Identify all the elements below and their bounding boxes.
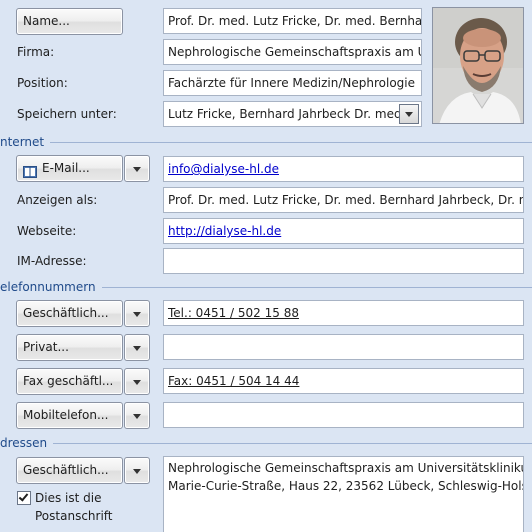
phone-private-button[interactable]: Privat... xyxy=(16,334,123,361)
chevron-down-icon xyxy=(133,345,141,351)
postanschrift-label-1: Dies ist die xyxy=(35,491,102,505)
address-field[interactable]: Nephrologische Gemeinschaftspraxis am Un… xyxy=(163,456,524,532)
phone-business-value: Tel.: 0451 / 502 15 88 xyxy=(168,306,299,320)
section-title-telefonnummern: elefonnummern xyxy=(0,279,102,295)
section-internet: nternet xyxy=(0,134,532,150)
speichern-unter-dropdown[interactable] xyxy=(399,104,419,124)
im-adresse-label: IM-Adresse: xyxy=(17,254,87,268)
address-book-icon xyxy=(23,162,37,178)
webseite-value: http://dialyse-hl.de xyxy=(168,224,282,238)
speichern-unter-combo[interactable]: Lutz Fricke, Bernhard Jahrbeck Dr. med. xyxy=(163,101,422,127)
fax-business-dropdown[interactable] xyxy=(124,368,150,395)
chevron-down-icon xyxy=(405,112,413,117)
section-telefonnummern: elefonnummern xyxy=(0,279,532,295)
chevron-down-icon xyxy=(133,311,141,317)
contact-photo[interactable] xyxy=(432,7,524,124)
section-divider xyxy=(0,142,532,143)
section-title-internet: nternet xyxy=(0,134,51,150)
speichern-unter-label: Speichern unter: xyxy=(17,107,117,121)
section-divider xyxy=(0,443,532,444)
name-button[interactable]: Name... xyxy=(16,8,123,35)
postanschrift-label-2: Postanschrift xyxy=(35,509,113,523)
section-adressen: dressen xyxy=(0,435,532,451)
phone-private-field[interactable] xyxy=(163,334,524,360)
firma-label: Firma: xyxy=(17,45,55,59)
phone-business-button[interactable]: Geschäftlich... xyxy=(16,300,123,327)
email-field[interactable]: info@dialyse-hl.de xyxy=(163,156,524,182)
mobile-phone-button[interactable]: Mobiltelefon... xyxy=(16,402,123,429)
email-type-dropdown[interactable] xyxy=(124,155,150,182)
section-title-adressen: dressen xyxy=(0,435,54,451)
chevron-down-icon xyxy=(133,379,141,385)
address-type-dropdown[interactable] xyxy=(124,457,150,484)
name-field[interactable]: Prof. Dr. med. Lutz Fricke, Dr. med. Ber… xyxy=(163,8,422,34)
email-value: info@dialyse-hl.de xyxy=(168,162,279,176)
phone-private-dropdown[interactable] xyxy=(124,334,150,361)
fax-business-value: Fax: 0451 / 504 14 44 xyxy=(168,374,300,388)
checkmark-icon xyxy=(18,491,29,502)
contact-photo-image xyxy=(433,8,523,123)
speichern-unter-value: Lutz Fricke, Bernhard Jahrbeck Dr. med. xyxy=(168,107,406,121)
position-field[interactable]: Fachärzte für Innere Medizin/Nephrologie xyxy=(163,70,422,96)
anzeigen-als-label: Anzeigen als: xyxy=(17,193,98,207)
email-button[interactable]: E-Mail... xyxy=(16,155,123,182)
address-line-2: Marie-Curie-Straße, Haus 22, 23562 Lübec… xyxy=(168,479,524,493)
fax-business-button[interactable]: Fax geschäftl... xyxy=(16,368,123,395)
fax-business-field[interactable]: Fax: 0451 / 504 14 44 xyxy=(163,368,524,394)
email-button-label: E-Mail... xyxy=(42,161,90,175)
im-adresse-field[interactable] xyxy=(163,248,524,274)
webseite-label: Webseite: xyxy=(17,224,77,238)
postanschrift-checkbox[interactable] xyxy=(17,491,31,505)
webseite-field[interactable]: http://dialyse-hl.de xyxy=(163,218,524,244)
chevron-down-icon xyxy=(133,468,141,474)
chevron-down-icon xyxy=(133,413,141,419)
position-label: Position: xyxy=(17,76,68,90)
chevron-down-icon xyxy=(133,166,141,172)
firma-field[interactable]: Nephrologische Gemeinschaftspraxis am Un… xyxy=(163,39,422,65)
phone-business-field[interactable]: Tel.: 0451 / 502 15 88 xyxy=(163,300,524,326)
mobile-phone-field[interactable] xyxy=(163,402,524,428)
mobile-phone-dropdown[interactable] xyxy=(124,402,150,429)
anzeigen-als-field[interactable]: Prof. Dr. med. Lutz Fricke, Dr. med. Ber… xyxy=(163,187,524,213)
address-business-button[interactable]: Geschäftlich... xyxy=(16,457,123,484)
address-line-1: Nephrologische Gemeinschaftspraxis am Un… xyxy=(168,461,524,475)
phone-business-dropdown[interactable] xyxy=(124,300,150,327)
